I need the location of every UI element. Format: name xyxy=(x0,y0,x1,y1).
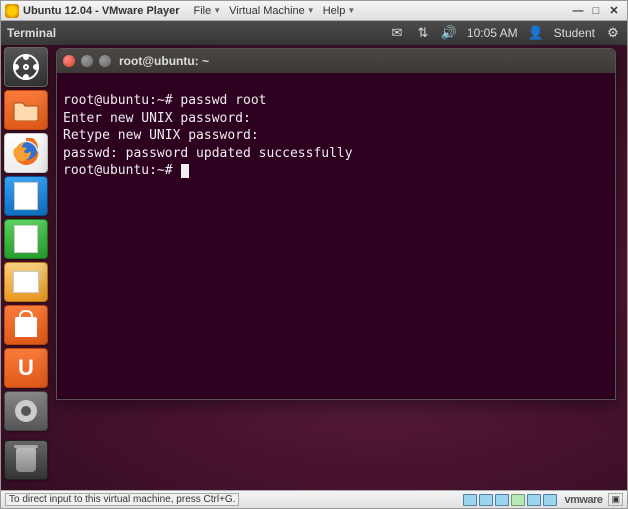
device-net-icon[interactable] xyxy=(495,494,509,506)
vmware-icon xyxy=(5,4,19,18)
device-icons[interactable] xyxy=(463,494,557,506)
vmware-statusbar: To direct input to this virtual machine,… xyxy=(1,490,627,508)
network-icon[interactable]: ⇅ xyxy=(415,25,431,41)
active-app-label: Terminal xyxy=(7,26,56,40)
launcher-trash[interactable] xyxy=(4,440,48,480)
menu-virtual-machine[interactable]: Virtual Machine▼ xyxy=(229,5,315,17)
launcher-writer[interactable] xyxy=(4,176,48,216)
device-printer-icon[interactable] xyxy=(543,494,557,506)
terminal-line: Retype new UNIX password: xyxy=(63,128,259,143)
clock[interactable]: 10:05 AM xyxy=(467,26,518,40)
terminal-line: root@ubuntu:~# passwd root xyxy=(63,93,267,108)
window-maximize-icon[interactable] xyxy=(99,55,111,67)
maximize-button[interactable]: □ xyxy=(587,4,605,18)
terminal-window: root@ubuntu: ~ root@ubuntu:~# passwd roo… xyxy=(56,48,616,400)
menu-file[interactable]: File▼ xyxy=(194,5,222,17)
minimize-button[interactable]: — xyxy=(569,4,587,18)
window-close-icon[interactable] xyxy=(63,55,75,67)
statusbar-menu-icon[interactable]: ▣ xyxy=(608,493,623,506)
status-hint: To direct input to this virtual machine,… xyxy=(5,493,239,506)
cursor-icon xyxy=(181,164,189,178)
terminal-titlebar[interactable]: root@ubuntu: ~ xyxy=(57,49,615,73)
volume-icon[interactable]: 🔊 xyxy=(441,25,457,41)
window-minimize-icon[interactable] xyxy=(81,55,93,67)
launcher-firefox[interactable] xyxy=(4,133,48,173)
unity-launcher: U xyxy=(4,47,52,480)
launcher-calc[interactable] xyxy=(4,219,48,259)
launcher-dash[interactable] xyxy=(4,47,48,87)
terminal-title: root@ubuntu: ~ xyxy=(119,54,209,68)
terminal-line: passwd: password updated successfully xyxy=(63,146,353,161)
terminal-body[interactable]: root@ubuntu:~# passwd root Enter new UNI… xyxy=(57,73,615,399)
launcher-settings[interactable] xyxy=(4,391,48,431)
launcher-files[interactable] xyxy=(4,90,48,130)
vm-title: Ubuntu 12.04 - VMware Player xyxy=(23,5,180,17)
vmware-titlebar: Ubuntu 12.04 - VMware Player File▼ Virtu… xyxy=(1,1,627,21)
mail-icon[interactable]: ✉ xyxy=(389,25,405,41)
ubuntu-desktop: Terminal ✉ ⇅ 🔊 10:05 AM 👤 Student ⚙ xyxy=(1,21,627,490)
menu-help[interactable]: Help▼ xyxy=(323,5,356,17)
device-sound-icon[interactable] xyxy=(527,494,541,506)
launcher-impress[interactable] xyxy=(4,262,48,302)
device-cd-icon[interactable] xyxy=(479,494,493,506)
user-icon: 👤 xyxy=(528,25,544,41)
user-label[interactable]: Student xyxy=(554,26,595,40)
device-usb-icon[interactable] xyxy=(511,494,525,506)
terminal-line: Enter new UNIX password: xyxy=(63,111,251,126)
vmware-logo: vmware xyxy=(565,494,603,506)
terminal-line: root@ubuntu:~# xyxy=(63,163,189,178)
ubuntu-top-panel: Terminal ✉ ⇅ 🔊 10:05 AM 👤 Student ⚙ xyxy=(1,21,627,45)
power-icon[interactable]: ⚙ xyxy=(605,25,621,41)
launcher-software-center[interactable] xyxy=(4,305,48,345)
launcher-ubuntu-one[interactable]: U xyxy=(4,348,48,388)
close-button[interactable]: ✕ xyxy=(605,4,623,18)
device-hdd-icon[interactable] xyxy=(463,494,477,506)
